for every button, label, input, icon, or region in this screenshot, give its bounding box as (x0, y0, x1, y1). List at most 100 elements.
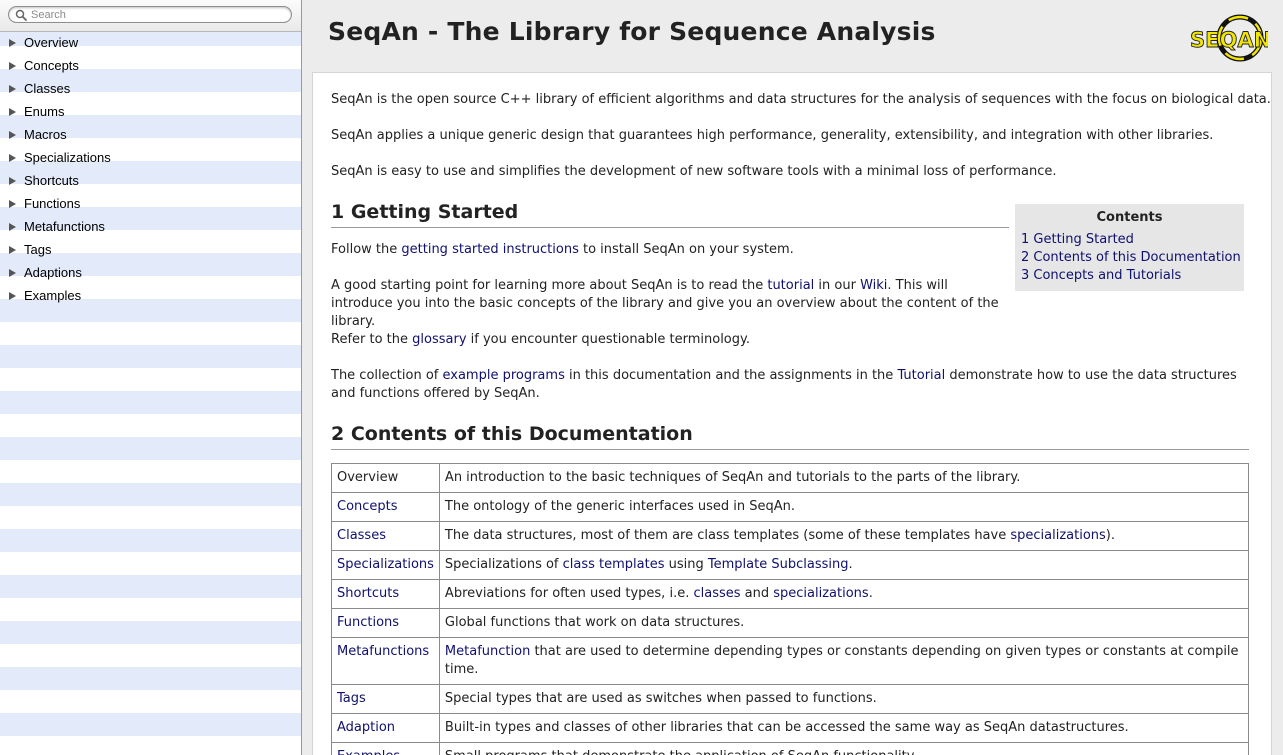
sidebar-item-metafunctions[interactable]: Metafunctions (0, 215, 301, 238)
table-cell-description: Built-in types and classes of other libr… (438, 713, 1250, 743)
expand-triangle-icon[interactable] (9, 154, 16, 162)
sidebar-item-adaptions[interactable]: Adaptions (0, 261, 301, 284)
metafunctions-link[interactable]: Metafunctions (337, 644, 429, 659)
search-input[interactable] (31, 7, 286, 22)
table-cell-key: Metafunctions (331, 637, 440, 685)
expand-triangle-icon[interactable] (9, 177, 16, 185)
text: A good starting point for learning more … (331, 278, 768, 293)
text: Follow the (331, 242, 402, 257)
table-cell-key: Overview (331, 463, 440, 493)
sidebar-item-shortcuts[interactable]: Shortcuts (0, 169, 301, 192)
sidebar-item-specializations[interactable]: Specializations (0, 146, 301, 169)
text: in our (814, 278, 861, 293)
sidebar-item-tags[interactable]: Tags (0, 238, 301, 261)
sidebar-item-functions[interactable]: Functions (0, 192, 301, 215)
table-row: Tags Special types that are used as swit… (331, 684, 1250, 714)
table-cell-description: Abreviations for often used types, i.e. … (438, 579, 1250, 609)
classes-inline-link[interactable]: classes (693, 586, 740, 601)
specializations-key-link[interactable]: Specializations (337, 557, 434, 572)
wiki-link[interactable]: Wiki (860, 278, 887, 293)
contents-table: Overview An introduction to the basic te… (331, 463, 1250, 755)
tags-link[interactable]: Tags (337, 691, 366, 706)
seqan-logo[interactable]: SEQAN (1188, 10, 1268, 64)
sidebar-item-macros[interactable]: Macros (0, 123, 301, 146)
table-row: Metafunctions Metafunction that are used… (331, 637, 1250, 685)
text: The data structures, most of them are cl… (444, 528, 1011, 543)
sidebar-item-label: Functions (24, 196, 81, 211)
section-heading-getting-started: 1 Getting Started (331, 201, 1009, 228)
expand-triangle-icon[interactable] (9, 39, 16, 47)
template-subclassing-link[interactable]: Template Subclassing (708, 557, 849, 572)
text: ). (1105, 528, 1116, 543)
classes-link[interactable]: Classes (337, 528, 386, 543)
sidebar-item-concepts[interactable]: Concepts (0, 54, 301, 77)
getting-started-link[interactable]: getting started instructions (401, 242, 578, 257)
expand-triangle-icon[interactable] (9, 85, 16, 93)
table-row: Specializations Specializations of class… (331, 550, 1250, 580)
search-bar (0, 0, 301, 32)
text: Specializations of (444, 557, 563, 572)
toc-link-contents[interactable]: 2 Contents of this Documentation (1021, 250, 1241, 265)
table-row: Overview An introduction to the basic te… (331, 463, 1250, 493)
glossary-link[interactable]: glossary (412, 332, 466, 347)
sidebar-item-label: Metafunctions (24, 219, 105, 234)
table-cell-description: Metafunction that are used to determine … (438, 637, 1250, 685)
sidebar-item-examples[interactable]: Examples (0, 284, 301, 307)
expand-triangle-icon[interactable] (9, 246, 16, 254)
tutorial-link-2[interactable]: Tutorial (897, 368, 945, 383)
sidebar-item-enums[interactable]: Enums (0, 100, 301, 123)
table-row: Functions Global functions that work on … (331, 608, 1250, 638)
sidebar-item-label: Examples (24, 288, 82, 303)
text: . (848, 557, 853, 572)
search-box[interactable] (8, 6, 292, 23)
functions-link[interactable]: Functions (337, 615, 399, 630)
class-templates-link[interactable]: class templates (563, 557, 665, 572)
sidebar-item-label: Specializations (24, 150, 111, 165)
table-row: Examples Small programs that demonstrate… (331, 742, 1250, 755)
examples-link[interactable]: Examples (337, 749, 400, 755)
text: in this documentation and the assignment… (564, 368, 898, 383)
text: that are used to determine depending typ… (444, 644, 1239, 677)
getting-started-paragraph-1: Follow the getting started instructions … (331, 241, 1011, 259)
specializations-inline-link[interactable]: specializations (773, 586, 868, 601)
example-programs-link[interactable]: example programs (442, 368, 564, 383)
expand-triangle-icon[interactable] (9, 131, 16, 139)
table-cell-key: Adaption (331, 713, 440, 743)
adaption-link[interactable]: Adaption (337, 720, 395, 735)
toc-title: Contents (1096, 210, 1163, 225)
expand-triangle-icon[interactable] (9, 292, 16, 300)
sidebar-item-classes[interactable]: Classes (0, 77, 301, 100)
shortcuts-link[interactable]: Shortcuts (337, 586, 399, 601)
table-cell-description: Global functions that work on data struc… (438, 608, 1250, 638)
text: . (868, 586, 873, 601)
tutorial-link[interactable]: tutorial (767, 278, 814, 293)
table-cell-key: Examples (331, 742, 440, 755)
expand-triangle-icon[interactable] (9, 269, 16, 277)
text: and (740, 586, 774, 601)
toc-item: 1 Getting Started (1021, 231, 1238, 249)
toc-link-concepts-tutorials[interactable]: 3 Concepts and Tutorials (1021, 268, 1181, 283)
table-cell-key: Tags (331, 684, 440, 714)
sidebar-item-label: Enums (24, 104, 65, 119)
expand-triangle-icon[interactable] (9, 62, 16, 70)
metafunction-inline-link[interactable]: Metafunction (445, 644, 530, 659)
toc-item: 2 Contents of this Documentation (1021, 249, 1241, 267)
toc-link-getting-started[interactable]: 1 Getting Started (1021, 232, 1134, 247)
table-row: Concepts The ontology of the generic int… (331, 492, 1250, 522)
sidebar-item-label: Concepts (24, 58, 79, 73)
logo-text: SEQAN (1190, 28, 1268, 52)
table-cell-key: Specializations (331, 550, 440, 580)
text: if you encounter questionable terminolog… (466, 332, 750, 347)
table-cell-description: Small programs that demonstrate the appl… (438, 742, 1250, 755)
concepts-link[interactable]: Concepts (337, 499, 398, 514)
table-cell-description: An introduction to the basic techniques … (438, 463, 1250, 493)
expand-triangle-icon[interactable] (9, 200, 16, 208)
expand-triangle-icon[interactable] (9, 108, 16, 116)
sidebar-item-label: Macros (24, 127, 67, 142)
page-header: SeqAn - The Library for Sequence Analysi… (302, 0, 1283, 72)
expand-triangle-icon[interactable] (9, 223, 16, 231)
sidebar-item-overview[interactable]: Overview (0, 31, 301, 54)
specializations-link[interactable]: specializations (1010, 528, 1105, 543)
search-icon (15, 9, 27, 21)
intro-paragraph-2: SeqAn applies a unique generic design th… (331, 128, 1214, 143)
